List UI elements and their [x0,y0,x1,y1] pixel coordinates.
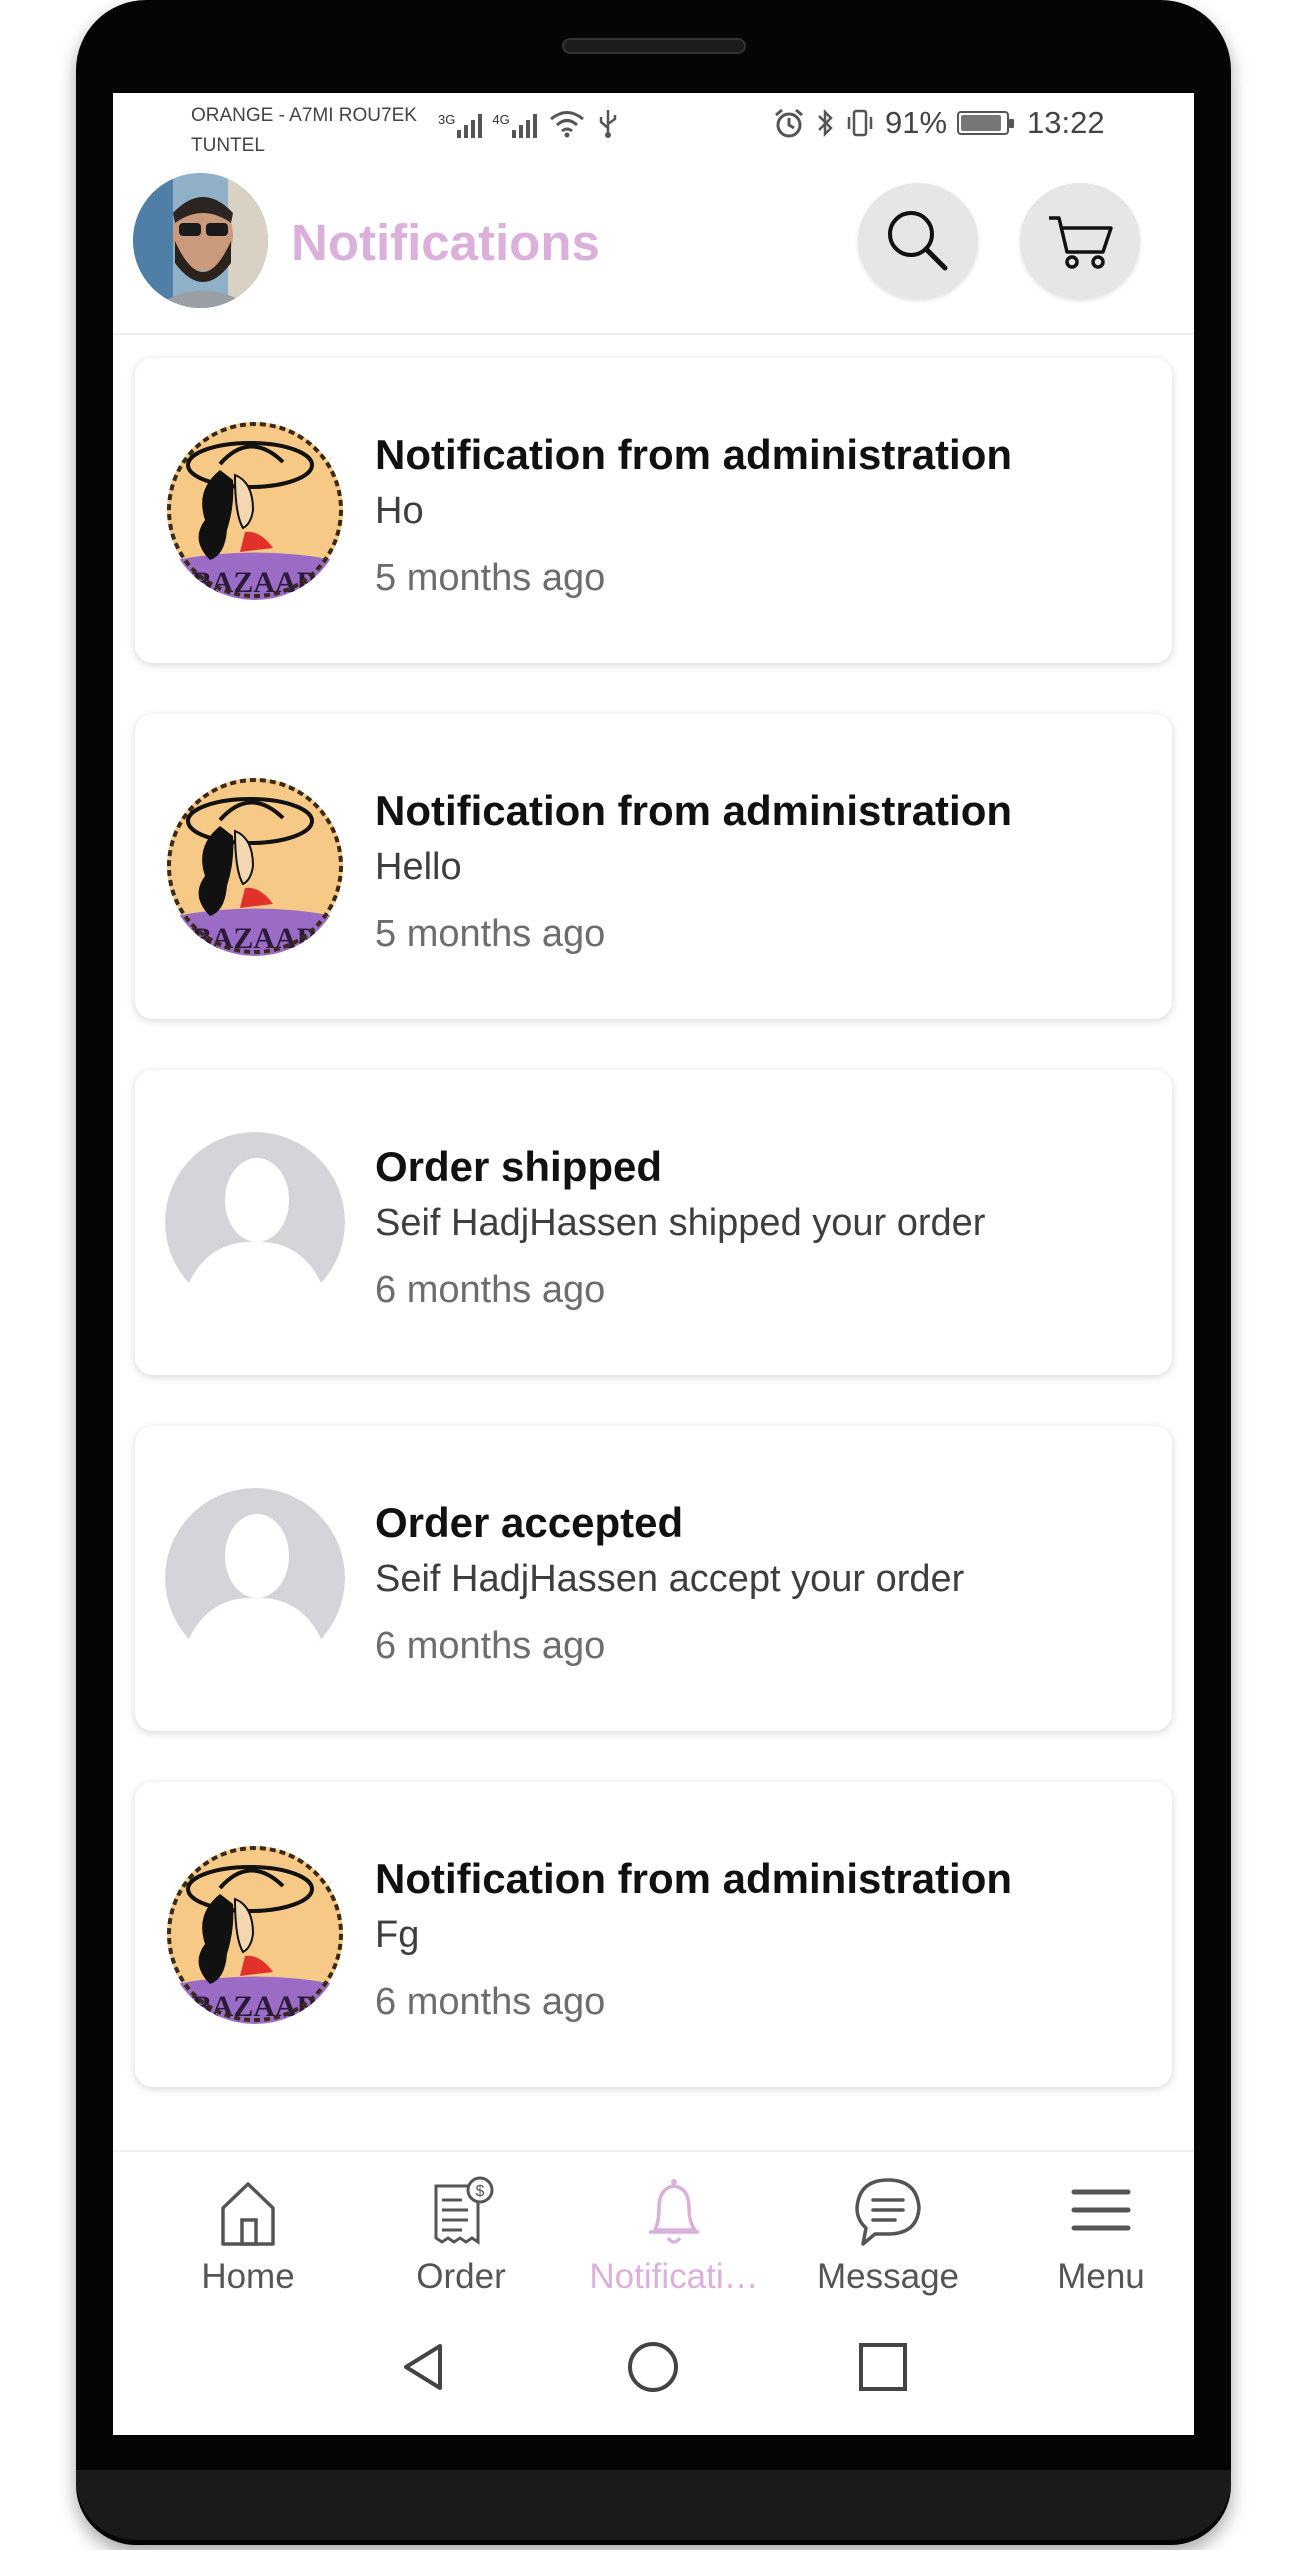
nav-label: Home [201,2257,295,2296]
search-button[interactable] [858,183,978,299]
notification-time: 6 months ago [375,1269,606,1311]
bluetooth-icon [818,108,833,138]
nav-label: Menu [1057,2257,1145,2296]
phone-chin [76,2470,1231,2540]
carrier-name: ORANGE - A7MI ROU7EK TUNTEL [191,101,417,161]
notification-time: 6 months ago [375,1981,606,2023]
alarm-icon [775,108,803,138]
hamburger-icon [1071,2189,1131,2231]
notification-title: Notification from administration [375,787,1013,834]
nav-item-menu[interactable]: Menu [996,2172,1194,2302]
app-screen: ORANGE - A7MI ROU7EK TUNTEL 3G 4G 91% 13… [113,93,1194,2435]
notification-time: 5 months ago [375,913,606,955]
bazaar-logo: BAZAAR [165,420,345,600]
search-icon [888,211,948,271]
back-icon[interactable] [396,2340,450,2394]
receipt-icon: $ [434,2176,494,2245]
notification-title: Order accepted [375,1499,684,1546]
nav-label: Message [816,2257,960,2296]
chat-icon [855,2178,921,2246]
notification-body: Hello [375,846,462,888]
home-circle-icon[interactable] [626,2340,680,2394]
battery-level [961,115,1002,131]
status-bar: ORANGE - A7MI ROU7EK TUNTEL 3G 4G 91% 13… [113,93,1194,173]
status-right-icons: 91% 13:22 [773,105,1105,141]
bazaar-logo: BAZAAR [165,1844,345,2024]
notification-card[interactable]: Order shipped Seif HadjHassen shipped you… [135,1070,1172,1375]
network-type-label: 3G [438,112,456,127]
page-title: Notifications [291,214,600,271]
default-user-avatar [165,1132,345,1312]
nav-label: Order [416,2257,506,2296]
notification-card[interactable]: BAZAAR Notification from administration H… [135,714,1172,1019]
notification-time: 5 months ago [375,557,606,599]
signal-icon: 4G [492,112,537,138]
connectivity-icons: 3G 4G [438,108,619,138]
battery-percent: 91% [885,105,948,140]
battery-icon [957,111,1015,135]
bazaar-logo: BAZAAR [165,776,345,956]
recents-icon[interactable] [856,2340,910,2394]
default-user-avatar [165,1488,345,1668]
notification-card[interactable]: Order accepted Seif HadjHassen accept you… [135,1426,1172,1731]
bottom-navigation: Home $ Order Notificati… Message Menu [113,2150,1194,2302]
notification-title: Notification from administration [375,431,1013,478]
speaker-grille [562,38,746,54]
clock: 13:22 [1027,105,1105,140]
nav-item-message[interactable]: Message [783,2172,993,2302]
nav-label: Notificati… [589,2257,759,2296]
nav-item-notifications[interactable]: Notificati… [569,2172,779,2302]
notification-body: Seif HadjHassen accept your order [375,1558,965,1600]
usb-icon [599,110,616,138]
nav-item-order[interactable]: $ Order [356,2172,566,2302]
cart-button[interactable] [1020,183,1140,299]
notification-body: Seif HadjHassen shipped your order [375,1202,986,1244]
notification-title: Order shipped [375,1143,663,1190]
notification-card[interactable]: BAZAAR Notification from administration H… [135,358,1172,663]
system-navigation-bar [113,2300,1194,2435]
cart-icon [1049,216,1113,269]
svg-text:$: $ [476,2183,485,2200]
bell-icon [649,2179,699,2244]
nav-item-home[interactable]: Home [143,2172,353,2302]
notification-title: Notification from administration [375,1855,1013,1902]
notification-time: 6 months ago [375,1625,606,1667]
notification-body: Fg [375,1914,420,1956]
vibrate-icon [847,109,873,137]
signal-icon: 3G [438,112,483,138]
user-avatar[interactable] [133,173,268,308]
app-header: Notifications [113,173,1194,335]
home-icon [221,2182,275,2246]
carrier-line-2: TUNTEL [191,135,265,156]
notification-card[interactable]: BAZAAR Notification from administration F… [135,1782,1172,2087]
network-type-label: 4G [492,112,510,127]
notification-body: Ho [375,490,424,532]
carrier-line-1: ORANGE - A7MI ROU7EK [191,105,417,126]
wifi-icon [549,111,584,138]
